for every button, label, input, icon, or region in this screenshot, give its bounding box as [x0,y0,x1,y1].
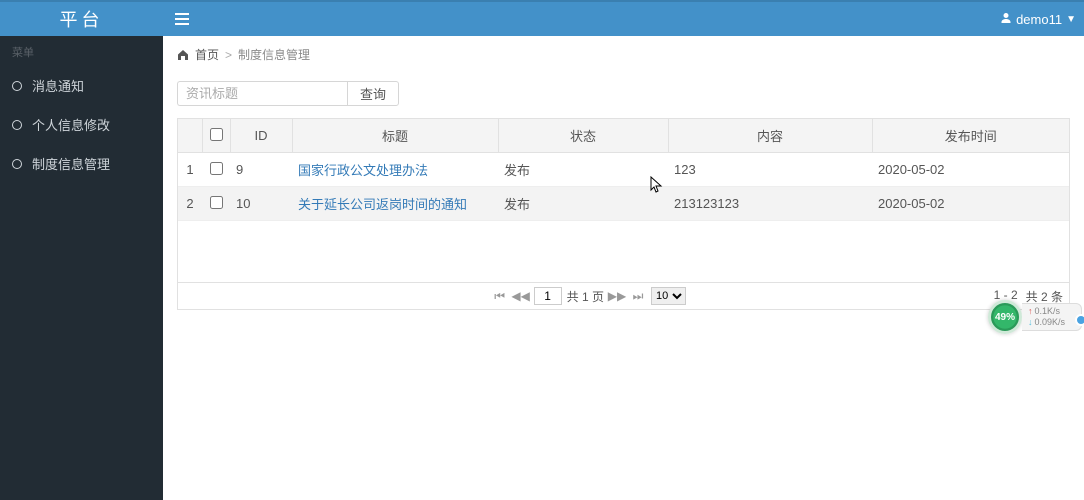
pager-next-icon[interactable]: ▶▶ [609,288,625,304]
title-link[interactable]: 国家行政公文处理办法 [298,163,428,178]
title-link[interactable]: 关于延长公司返岗时间的通知 [298,197,467,212]
circle-icon [12,120,22,130]
caret-down-icon: ▼ [1066,14,1076,25]
username: demo11 [1016,12,1062,27]
net-upload: 0.1K/s [1028,306,1065,317]
grid-spacer [178,221,1069,283]
pager-total-pages: 共 1 页 [567,288,604,305]
breadcrumb-current: 制度信息管理 [238,46,310,63]
sidebar: 菜单 消息通知 个人信息修改 制度信息管理 [0,36,163,500]
net-percent-badge: 49% [988,300,1022,334]
cell-publish-time: 2020-05-02 [872,187,1069,221]
col-rownum [178,119,202,153]
cell-publish-time: 2020-05-02 [872,153,1069,187]
cell-rownum: 2 [178,187,202,221]
sidebar-item-label: 消息通知 [32,76,84,95]
circle-icon [12,81,22,91]
sidebar-item-notifications[interactable]: 消息通知 [0,66,163,105]
menu-toggle-icon[interactable] [163,13,193,25]
net-stats: 0.1K/s 0.09K/s [1022,303,1082,331]
pager-last-icon[interactable]: ⏭ [630,288,646,304]
cell-content: 213123123 [668,187,872,221]
menu-title: 菜单 [0,36,163,66]
row-checkbox[interactable] [210,162,223,175]
cell-id: 10 [230,187,292,221]
circle-icon [12,159,22,169]
data-grid: ID 标题 状态 内容 发布时间 1 9 国家行政公文处理办法 [177,118,1070,310]
sidebar-item-policies[interactable]: 制度信息管理 [0,144,163,183]
col-title[interactable]: 标题 [292,119,498,153]
cell-rownum: 1 [178,153,202,187]
breadcrumb-home[interactable]: 首页 [195,46,219,63]
cell-status: 发布 [498,153,668,187]
pager: ⏮ ◀◀ 共 1 页 ▶▶ ⏭ 10 1 - 2 共 2 条 [178,283,1069,309]
col-publish-time[interactable]: 发布时间 [872,119,1069,153]
pager-first-icon[interactable]: ⏮ [492,288,508,304]
sidebar-item-label: 制度信息管理 [32,154,110,173]
net-bubble-icon [1075,314,1084,326]
table-row[interactable]: 1 9 国家行政公文处理办法 发布 123 2020-05-02 [178,153,1069,187]
row-checkbox[interactable] [210,196,223,209]
cell-status: 发布 [498,187,668,221]
network-widget[interactable]: 49% 0.1K/s 0.09K/s [988,300,1082,334]
pager-prev-icon[interactable]: ◀◀ [513,288,529,304]
sidebar-item-profile[interactable]: 个人信息修改 [0,105,163,144]
sidebar-item-label: 个人信息修改 [32,115,110,134]
user-icon [1000,12,1012,27]
col-status[interactable]: 状态 [498,119,668,153]
breadcrumb: 首页 > 制度信息管理 [163,36,1084,73]
search-input[interactable] [177,81,347,106]
select-all-checkbox[interactable] [210,128,223,141]
user-menu[interactable]: demo11 ▼ [1000,12,1084,27]
table-row[interactable]: 2 10 关于延长公司返岗时间的通知 发布 213123123 2020-05-… [178,187,1069,221]
home-icon[interactable] [177,49,189,61]
breadcrumb-sep: > [225,48,232,62]
search-button[interactable]: 查询 [347,81,399,106]
net-download: 0.09K/s [1028,317,1065,328]
col-check-header [202,119,230,153]
cell-id: 9 [230,153,292,187]
col-id[interactable]: ID [230,119,292,153]
col-content[interactable]: 内容 [668,119,872,153]
brand-title: 平台 [0,6,163,32]
page-size-select[interactable]: 10 [651,287,686,305]
cell-content: 123 [668,153,872,187]
page-input[interactable] [534,287,562,305]
